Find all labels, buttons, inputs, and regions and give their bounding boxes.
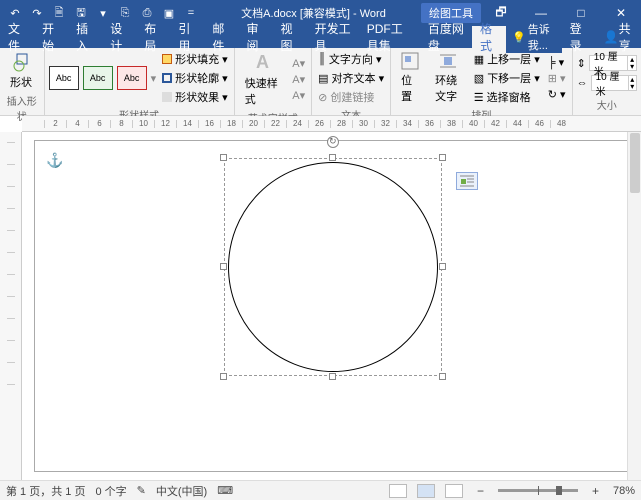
- shape-fill-button[interactable]: 形状填充 ▾: [160, 50, 230, 68]
- width-icon: ⇔: [577, 77, 588, 89]
- group-size: ⇕10 厘米▴▾ ⇔10 厘米▴▾ 大小: [573, 48, 641, 115]
- bring-forward-button[interactable]: ▦上移一层 ▾: [472, 50, 542, 68]
- resize-handle-n[interactable]: [329, 154, 336, 161]
- document-area: ⚓: [0, 132, 641, 480]
- web-layout-icon[interactable]: [445, 484, 463, 498]
- shapes-button[interactable]: 形状: [4, 50, 38, 92]
- style-preset-1[interactable]: Abc: [49, 66, 79, 90]
- resize-handle-w[interactable]: [220, 263, 227, 270]
- width-input[interactable]: 10 厘米▴▾: [591, 75, 637, 91]
- zoom-in-button[interactable]: +: [588, 484, 603, 498]
- tab-references[interactable]: 引用: [170, 26, 204, 48]
- vertical-scrollbar[interactable]: [627, 132, 641, 480]
- tab-file[interactable]: 文件: [0, 26, 34, 48]
- tab-layout[interactable]: 布局: [136, 26, 170, 48]
- text-outline-icon[interactable]: A▾: [290, 72, 307, 87]
- shapes-label: 形状: [10, 74, 32, 90]
- group-shape-styles: Abc Abc Abc ▾ 形状填充 ▾ 形状轮廓 ▾ 形状效果 ▾ 形状样式: [45, 48, 235, 115]
- position-button[interactable]: 位置: [395, 50, 425, 106]
- quick-styles-button[interactable]: A 快速样式: [239, 50, 287, 109]
- tab-baidu[interactable]: 百度网盘: [420, 26, 472, 48]
- group-wordart-styles: A 快速样式 A▾ A▾ A▾ 艺术字样式: [235, 48, 312, 115]
- resize-handle-ne[interactable]: [439, 154, 446, 161]
- style-preset-3[interactable]: Abc: [117, 66, 147, 90]
- resize-handle-nw[interactable]: [220, 154, 227, 161]
- align-icon[interactable]: ╞ ▾: [546, 55, 568, 70]
- send-backward-button[interactable]: ▧下移一层 ▾: [472, 69, 542, 87]
- language-indicator[interactable]: 中文(中国): [156, 483, 207, 499]
- tab-design[interactable]: 设计: [102, 26, 136, 48]
- horizontal-ruler[interactable]: 2468101214161820222426283032343638404244…: [22, 116, 641, 132]
- input-mode-icon[interactable]: ⌨: [217, 484, 233, 497]
- shape-effects-button[interactable]: 形状效果 ▾: [160, 88, 230, 106]
- zoom-slider[interactable]: [498, 489, 578, 492]
- resize-handle-se[interactable]: [439, 373, 446, 380]
- group-icon: ⊞ ▾: [546, 71, 568, 86]
- tab-developer[interactable]: 开发工具: [307, 26, 359, 48]
- gallery-more-icon[interactable]: ▾: [151, 72, 157, 85]
- ribbon-tabs: 文件 开始 插入 设计 布局 引用 邮件 审阅 视图 开发工具 PDF工具集 百…: [0, 26, 641, 48]
- zoom-percent[interactable]: 78%: [613, 485, 635, 497]
- group-insert-shapes: 形状 插入形状: [0, 48, 45, 115]
- quick-access-toolbar: ↶ ↷ 🗎 🖫 ▾ ⎘ ⎙ ▣ =: [0, 4, 206, 22]
- resize-handle-e[interactable]: [439, 263, 446, 270]
- vertical-ruler[interactable]: [0, 132, 22, 480]
- resize-handle-sw[interactable]: [220, 373, 227, 380]
- print-layout-icon[interactable]: [417, 484, 435, 498]
- page-canvas[interactable]: ⚓: [34, 140, 629, 472]
- word-count[interactable]: 0 个字: [95, 483, 126, 499]
- page-indicator[interactable]: 第 1 页，共 1 页: [6, 483, 85, 499]
- text-fill-icon[interactable]: A▾: [290, 56, 307, 71]
- align-text-button[interactable]: ▤对齐文本 ▾: [316, 69, 386, 87]
- text-effects-icon[interactable]: A▾: [290, 88, 307, 103]
- circle-shape[interactable]: [228, 162, 438, 372]
- resize-handle-s[interactable]: [329, 373, 336, 380]
- tab-review[interactable]: 审阅: [238, 26, 272, 48]
- group-label: 大小: [577, 96, 637, 113]
- doc-title: 文档A.docx [兼容模式] - Word: [241, 5, 386, 21]
- shape-outline-button[interactable]: 形状轮廓 ▾: [160, 69, 230, 87]
- height-icon: ⇕: [577, 57, 586, 70]
- text-direction-button[interactable]: ║文字方向 ▾: [316, 50, 386, 68]
- style-preset-2[interactable]: Abc: [83, 66, 113, 90]
- rotate-icon[interactable]: ↻ ▾: [546, 87, 568, 102]
- tab-insert[interactable]: 插入: [68, 26, 102, 48]
- login-link[interactable]: 登录: [562, 26, 596, 48]
- spellcheck-icon[interactable]: ✎: [137, 484, 146, 497]
- view-icon[interactable]: ▣: [160, 4, 178, 22]
- ribbon: 形状 插入形状 Abc Abc Abc ▾ 形状填充 ▾ 形状轮廓 ▾ 形状效果…: [0, 48, 641, 116]
- tab-home[interactable]: 开始: [34, 26, 68, 48]
- status-bar: 第 1 页，共 1 页 0 个字 ✎ 中文(中国) ⌨ − + 78%: [0, 480, 641, 500]
- group-arrange: 位置 环绕文字 ▦上移一层 ▾ ▧下移一层 ▾ ☰选择窗格 ╞ ▾ ⊞ ▾ ↻ …: [391, 48, 572, 115]
- quick-styles-label: 快速样式: [245, 75, 281, 107]
- layout-options-button[interactable]: [456, 172, 478, 190]
- tab-format[interactable]: 格式: [472, 26, 506, 48]
- tab-mailings[interactable]: 邮件: [204, 26, 238, 48]
- zoom-out-button[interactable]: −: [473, 484, 488, 498]
- wrap-text-button[interactable]: 环绕文字: [429, 50, 468, 106]
- scrollbar-thumb[interactable]: [630, 133, 640, 193]
- anchor-icon: ⚓: [46, 152, 63, 169]
- tab-view[interactable]: 视图: [273, 26, 307, 48]
- rotation-handle[interactable]: [327, 136, 339, 148]
- zoom-thumb[interactable]: [556, 486, 562, 495]
- read-mode-icon[interactable]: [389, 484, 407, 498]
- create-link-button: ⊘创建链接: [316, 88, 386, 106]
- selection-pane-button[interactable]: ☰选择窗格: [472, 88, 542, 106]
- share-button[interactable]: 👤共享: [596, 26, 641, 48]
- group-text: ║文字方向 ▾ ▤对齐文本 ▾ ⊘创建链接 文本: [312, 48, 391, 115]
- window-title: 文档A.docx [兼容模式] - Word: [206, 5, 421, 21]
- selected-shape[interactable]: [224, 158, 442, 376]
- tab-pdf[interactable]: PDF工具集: [359, 26, 420, 48]
